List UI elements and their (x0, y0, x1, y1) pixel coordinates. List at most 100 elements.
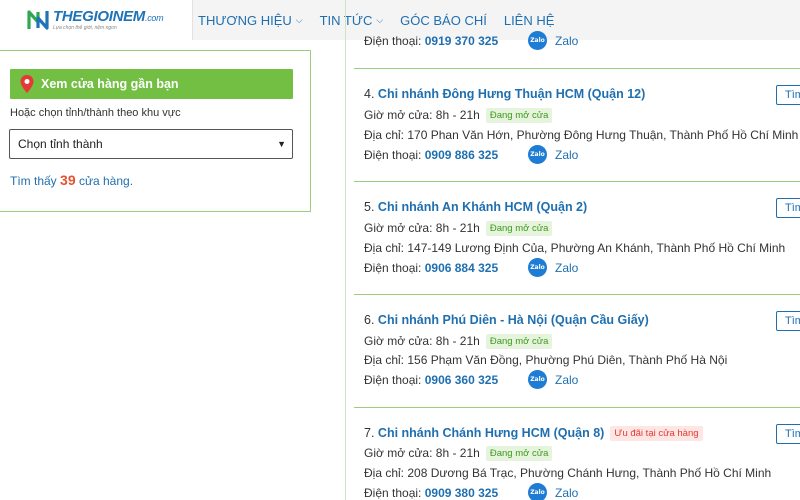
store-address-line: Địa chỉ: 208 Dương Bá Trạc, Phường Chánh… (364, 466, 771, 480)
store-count: 39 (60, 172, 76, 188)
address-label: Địa chỉ: (364, 128, 405, 142)
store-number: 5. (364, 200, 375, 214)
store-hours: 8h - 21h (435, 446, 480, 460)
store-title[interactable]: 4. Chi nhánh Đông Hưng Thuận HCM (Quận 1… (364, 87, 645, 101)
store-address-line: Địa chỉ: 156 Phạm Văn Đồng, Phường Phú D… (364, 353, 727, 367)
zalo-link[interactable]: Zalo Zalo (528, 258, 578, 277)
directions-button[interactable]: Tìm (776, 85, 800, 105)
store-hours-line: Giờ mở cửa: 8h - 21h Đang mở cửa (364, 446, 553, 461)
zalo-link[interactable]: Zalo Zalo (528, 145, 578, 164)
address-label: Địa chỉ: (364, 353, 405, 367)
store-filter-panel: Xem cửa hàng gần bạn Hoặc chọn tỉnh/thàn… (0, 50, 311, 212)
open-status-badge: Đang mở cửa (485, 108, 553, 123)
directions-button[interactable]: Tìm (776, 311, 800, 331)
zalo-icon: Zalo (528, 258, 547, 277)
store-phone-line: Điện thoại: 0919 370 325 (364, 34, 498, 48)
store-phone-line: Điện thoại: 0906 884 325 (364, 261, 498, 275)
store-number: 6. (364, 313, 375, 327)
store-address: 170 Phan Văn Hớn, Phường Đông Hưng Thuận… (407, 128, 799, 142)
hours-label: Giờ mở cửa: (364, 221, 433, 235)
nearby-stores-button[interactable]: Xem cửa hàng gần bạn (10, 69, 293, 99)
chevron-down-icon: ▼ (277, 139, 286, 149)
found-suffix: cửa hàng. (78, 174, 134, 188)
phone-label: Điện thoại: (364, 34, 422, 48)
store-hours: 8h - 21h (435, 221, 480, 235)
divider (354, 181, 800, 182)
store-phone-line: Điện thoại: 0909 886 325 (364, 148, 498, 162)
phone-label: Điện thoại: (364, 486, 422, 500)
store-title[interactable]: 7. Chi nhánh Chánh Hưng HCM (Quận 8) Ưu đ… (364, 426, 703, 441)
store-name: Chi nhánh Đông Hưng Thuận HCM (Quận 12) (377, 87, 646, 101)
store-name: Chi nhánh An Khánh HCM (Quận 2) (377, 200, 588, 214)
store-hours-line: Giờ mở cửa: 8h - 21h Đang mở cửa (364, 334, 553, 349)
zalo-link[interactable]: Zalo Zalo (528, 483, 578, 500)
region-label: Hoặc chọn tỉnh/thành theo khu vực (10, 107, 181, 119)
store-number: 4. (364, 87, 375, 101)
zalo-icon: Zalo (528, 145, 547, 164)
open-status-badge: Đang mở cửa (485, 334, 553, 349)
store-address: 156 Phạm Văn Đồng, Phường Phú Diên, Thàn… (407, 353, 728, 367)
site-logo[interactable]: THEGIOINEM.com Lựa chọn thế giới, nệm ng… (0, 0, 193, 40)
zalo-icon: Zalo (528, 370, 547, 389)
promo-badge: Ưu đãi tại cửa hàng (610, 426, 703, 441)
divider (354, 68, 800, 69)
store-phone[interactable]: 0906 360 325 (425, 373, 498, 387)
store-phone[interactable]: 0909 380 325 (425, 486, 498, 500)
logo-name: THEGIOINEM (53, 8, 146, 25)
store-address-line: Địa chỉ: 170 Phan Văn Hớn, Phường Đông H… (364, 128, 798, 142)
store-list: Điện thoại: 0919 370 325 Zalo Zalo 4. Chi… (345, 0, 800, 500)
store-hours: 8h - 21h (435, 334, 480, 348)
zalo-label: Zalo (555, 33, 579, 48)
province-select[interactable]: Chọn tỉnh thành ▼ (9, 129, 293, 159)
store-hours-line: Giờ mở cửa: 8h - 21h Đang mở cửa (364, 221, 553, 236)
address-label: Địa chỉ: (364, 466, 405, 480)
zalo-link[interactable]: Zalo Zalo (528, 370, 578, 389)
hours-label: Giờ mở cửa: (364, 108, 433, 122)
province-select-value: Chọn tỉnh thành (18, 137, 103, 151)
hours-label: Giờ mở cửa: (364, 334, 433, 348)
store-address-line: Địa chỉ: 147-149 Lương Định Của, Phường … (364, 241, 785, 255)
store-name: Chi nhánh Chánh Hưng HCM (Quận 8) (377, 426, 605, 440)
logo-suffix: .com (145, 13, 164, 23)
store-count-text: Tìm thấy 39 cửa hàng. (10, 172, 133, 188)
zalo-icon: Zalo (528, 31, 547, 50)
chevron-down-icon: ⌵ (295, 14, 303, 25)
store-address: 208 Dương Bá Trạc, Phường Chánh Hưng, Th… (407, 466, 772, 480)
found-prefix: Tìm thấy (10, 174, 57, 188)
store-phone-line: Điện thoại: 0906 360 325 (364, 373, 498, 387)
phone-label: Điện thoại: (364, 261, 422, 275)
zalo-icon: Zalo (528, 483, 547, 500)
zalo-label: Zalo (555, 485, 579, 500)
store-phone-line: Điện thoại: 0909 380 325 (364, 486, 498, 500)
store-address: 147-149 Lương Định Của, Phường An Khánh,… (407, 241, 786, 255)
store-name: Chi nhánh Phú Diên - Hà Nội (Quận Cầu Gi… (377, 313, 649, 327)
logo-slogan: Lựa chọn thế giới, nệm ngon (53, 25, 117, 31)
store-phone[interactable]: 0919 370 325 (425, 34, 498, 48)
store-phone[interactable]: 0906 884 325 (425, 261, 498, 275)
nearby-stores-label: Xem cửa hàng gần bạn (41, 77, 179, 91)
open-status-badge: Đang mở cửa (485, 446, 553, 461)
phone-label: Điện thoại: (364, 148, 422, 162)
location-pin-icon (20, 75, 34, 93)
zalo-link[interactable]: Zalo Zalo (528, 31, 578, 50)
logo-mark-icon (27, 10, 49, 30)
store-phone[interactable]: 0909 886 325 (425, 148, 498, 162)
open-status-badge: Đang mở cửa (485, 221, 553, 236)
directions-button[interactable]: Tìm (776, 198, 800, 218)
store-hours: 8h - 21h (435, 108, 480, 122)
divider (354, 407, 800, 408)
store-title[interactable]: 5. Chi nhánh An Khánh HCM (Quận 2) (364, 200, 587, 214)
directions-button[interactable]: Tìm (776, 424, 800, 444)
phone-label: Điện thoại: (364, 373, 422, 387)
zalo-label: Zalo (555, 260, 579, 275)
zalo-label: Zalo (555, 372, 579, 387)
store-number: 7. (364, 426, 375, 440)
nav-brands[interactable]: THƯƠNG HIỆU ⌵ (198, 13, 303, 28)
zalo-label: Zalo (555, 147, 579, 162)
divider (354, 294, 800, 295)
store-title[interactable]: 6. Chi nhánh Phú Diên - Hà Nội (Quận Cầu… (364, 313, 649, 327)
hours-label: Giờ mở cửa: (364, 446, 433, 460)
address-label: Địa chỉ: (364, 241, 405, 255)
store-hours-line: Giờ mở cửa: 8h - 21h Đang mở cửa (364, 108, 553, 123)
nav-brands-label: THƯƠNG HIỆU (198, 12, 292, 28)
